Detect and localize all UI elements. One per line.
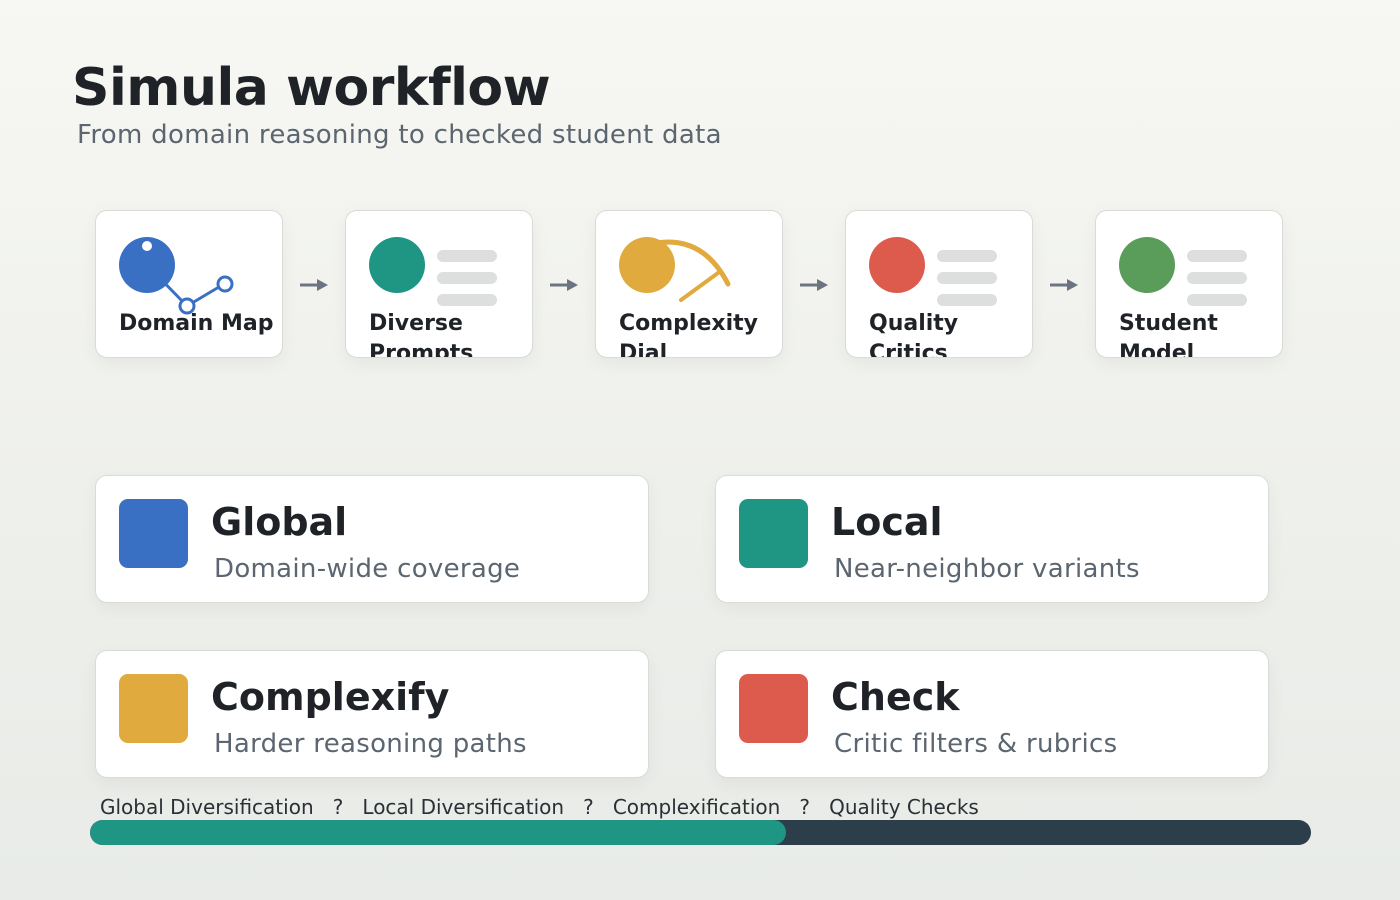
- card-check[interactable]: Check Critic filters & rubrics: [715, 650, 1269, 778]
- card-title: Local: [831, 500, 943, 544]
- stage-labels: Global Diversification ? Local Diversifi…: [100, 795, 979, 819]
- complexify-swatch-icon: [119, 674, 188, 743]
- global-swatch-icon: [119, 499, 188, 568]
- progress-fill: [90, 820, 786, 845]
- card-title: Check: [831, 675, 960, 719]
- card-title: Global: [211, 500, 348, 544]
- stage-label: Local Diversification: [362, 795, 565, 819]
- step-label: Diverse Prompts: [369, 311, 474, 358]
- stage-separator: ?: [332, 795, 344, 819]
- step-complexity-dial[interactable]: Complexity Dial: [595, 210, 783, 358]
- card-local[interactable]: Local Near-neighbor variants: [715, 475, 1269, 603]
- stage-label: Quality Checks: [829, 795, 979, 819]
- stage-separator: ?: [583, 795, 594, 819]
- progress-bar: [90, 820, 1311, 845]
- page-title: Simula workflow: [72, 58, 551, 118]
- step-student-model[interactable]: Student Model: [1095, 210, 1283, 358]
- card-title: Complexify: [211, 675, 450, 719]
- arrow-right-icon: [300, 279, 328, 291]
- card-description: Harder reasoning paths: [214, 729, 527, 759]
- card-complexify[interactable]: Complexify Harder reasoning paths: [95, 650, 649, 778]
- arrow-right-icon: [800, 279, 828, 291]
- step-diverse-prompts[interactable]: Diverse Prompts: [345, 210, 533, 358]
- step-domain-map[interactable]: Domain Map: [95, 210, 283, 358]
- stage-label: Complexification: [612, 795, 781, 819]
- local-swatch-icon: [739, 499, 808, 568]
- arrow-right-icon: [1050, 279, 1078, 291]
- stage-separator: ?: [799, 795, 810, 819]
- step-label: Quality Critics: [869, 311, 959, 358]
- card-global[interactable]: Global Domain-wide coverage: [95, 475, 649, 603]
- step-label: Student Model: [1119, 311, 1218, 358]
- check-swatch-icon: [739, 674, 808, 743]
- card-description: Critic filters & rubrics: [834, 729, 1118, 759]
- card-description: Domain-wide coverage: [214, 554, 521, 584]
- step-label: Complexity Dial: [619, 311, 758, 358]
- page-subtitle: From domain reasoning to checked student…: [77, 120, 722, 150]
- card-description: Near-neighbor variants: [834, 554, 1140, 584]
- arrow-right-icon: [550, 279, 578, 291]
- step-quality-critics[interactable]: Quality Critics: [845, 210, 1033, 358]
- step-label: Domain Map: [119, 311, 274, 336]
- stage-label: Global Diversification: [100, 795, 314, 819]
